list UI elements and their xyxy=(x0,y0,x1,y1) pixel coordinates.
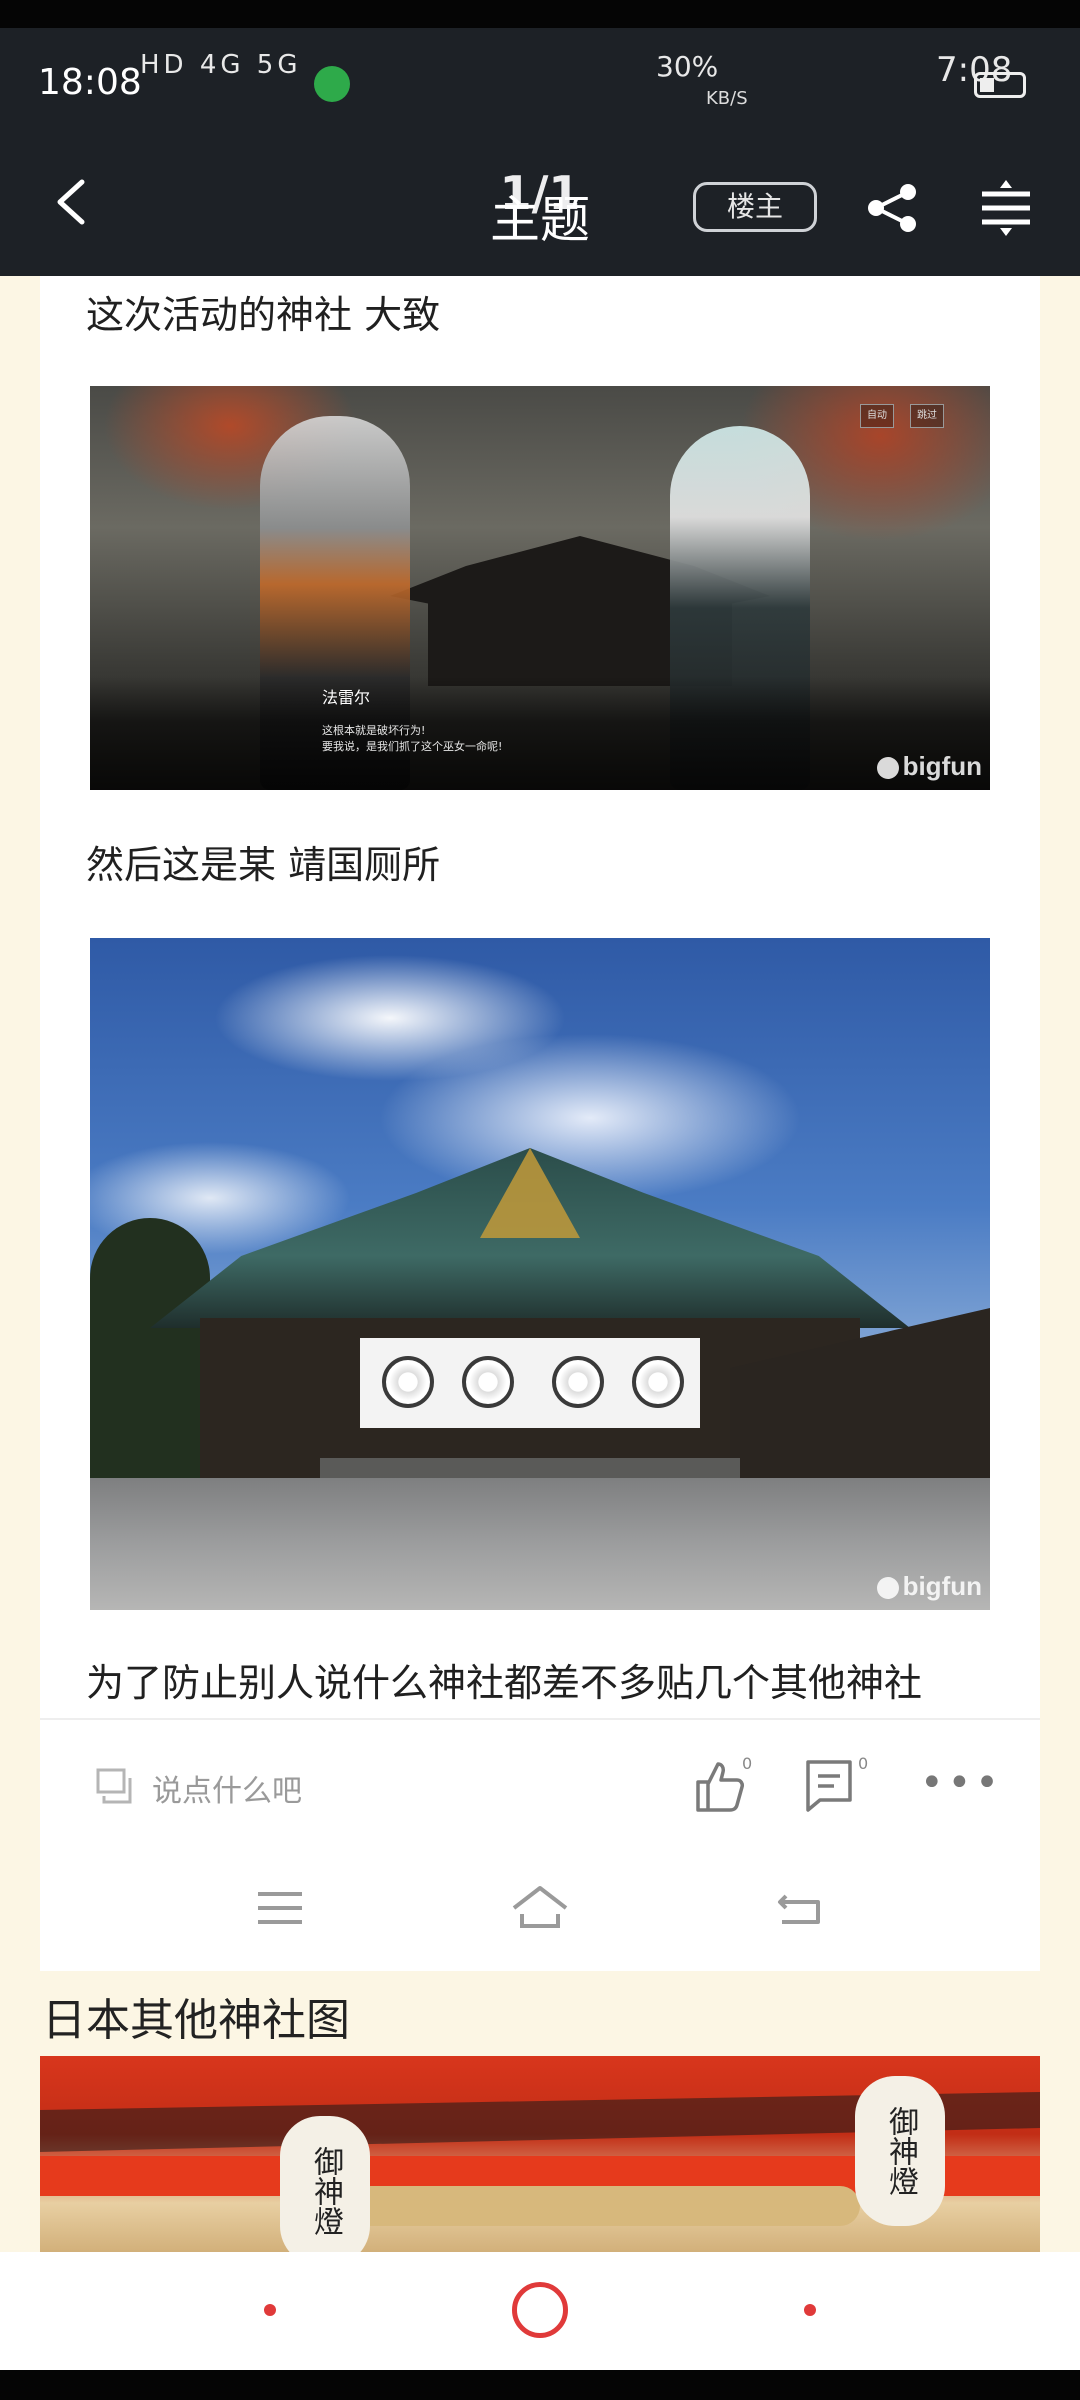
screen-bottom-edge xyxy=(0,2370,1080,2400)
comment-input-icon xyxy=(96,1768,132,1804)
bigfun-watermark: bigfun xyxy=(876,751,982,782)
chrysanthemum-crest-icon xyxy=(462,1356,514,1408)
title-area: 主题 1/1 xyxy=(480,166,600,249)
paper-lantern: 御神燈 xyxy=(280,2116,370,2252)
back-arrow-icon[interactable] xyxy=(44,172,104,232)
post-text-2: 然后这是某 靖国厕所 xyxy=(86,843,441,887)
stone-courtyard xyxy=(90,1478,990,1610)
app-navigation-bar xyxy=(40,1848,1040,1971)
reply-count: 0 xyxy=(858,1754,869,1773)
shimenawa-rope xyxy=(340,2186,860,2226)
bigfun-watermark: bigfun xyxy=(876,1571,982,1602)
chrysanthemum-crest-icon xyxy=(632,1356,684,1408)
home-icon[interactable] xyxy=(510,1878,570,1938)
like-count: 0 xyxy=(742,1754,753,1773)
menu-icon[interactable] xyxy=(250,1878,310,1938)
dialog-speaker: 法雷尔 xyxy=(322,688,371,707)
sort-menu-icon[interactable] xyxy=(976,178,1036,238)
like-icon[interactable] xyxy=(690,1756,750,1816)
chrysanthemum-crest-icon xyxy=(552,1356,604,1408)
battery-icon xyxy=(974,72,1026,98)
more-options-icon[interactable]: ••• xyxy=(920,1763,1003,1803)
shrine-gate-image[interactable]: 御神燈 御神燈 xyxy=(40,2056,1040,2252)
post-text-3: 为了防止别人说什么神社都差不多贴几个其他神社 xyxy=(86,1661,923,1705)
only-op-button[interactable]: 楼主 xyxy=(693,182,817,232)
nav-dot-left-icon[interactable] xyxy=(264,2304,276,2316)
signal-icons: HD 4G 5G xyxy=(140,50,302,80)
network-speed-unit: KB/S xyxy=(706,88,748,109)
shrine-photo-image[interactable]: bigfun xyxy=(90,938,990,1610)
chrysanthemum-crest-icon xyxy=(382,1356,434,1408)
comment-toolbar: 说点什么吧 0 0 ••• xyxy=(40,1718,1040,1850)
comment-input[interactable]: 说点什么吧 xyxy=(152,1766,302,1810)
trees xyxy=(90,1218,210,1478)
post-text-1: 这次活动的神社 大致 xyxy=(86,293,441,337)
share-icon[interactable] xyxy=(862,178,922,238)
post-content-card: 这次活动的神社 大致 法雷尔 这根本就是破坏行为! 要我说，是我们抓了这个巫女一… xyxy=(40,276,1040,1971)
reply-list-icon[interactable] xyxy=(802,1756,862,1816)
game-screenshot-image[interactable]: 法雷尔 这根本就是破坏行为! 要我说，是我们抓了这个巫女一命呢! 自动 跳过 b… xyxy=(90,386,990,790)
dialog-box xyxy=(90,676,990,790)
return-icon[interactable] xyxy=(770,1878,830,1938)
system-navigation-bar xyxy=(0,2252,1080,2370)
skip-label: 跳过 xyxy=(910,404,944,428)
plus-badge-icon xyxy=(314,66,350,102)
dialog-line-2: 要我说，是我们抓了这个巫女一命呢! xyxy=(322,740,503,753)
dialog-line-1: 这根本就是破坏行为! xyxy=(322,724,426,737)
paper-lantern: 御神燈 xyxy=(855,2076,945,2226)
screen-top-edge xyxy=(0,0,1080,28)
section-title: 日本其他神社图 xyxy=(42,1995,350,2046)
auto-play-label: 自动 xyxy=(860,404,894,428)
nav-dot-right-icon[interactable] xyxy=(804,2304,816,2316)
nav-home-ring-icon[interactable] xyxy=(512,2282,568,2338)
status-bar: 18:08 HD 4G 5G 30% KB/S 7:08 xyxy=(0,28,1080,138)
page-indicator[interactable]: 1/1 xyxy=(480,166,600,220)
top-navigation-bar: 主题 1/1 楼主 xyxy=(0,138,1080,276)
status-time: 18:08 xyxy=(38,62,142,103)
status-percent: 30% xyxy=(656,50,719,83)
